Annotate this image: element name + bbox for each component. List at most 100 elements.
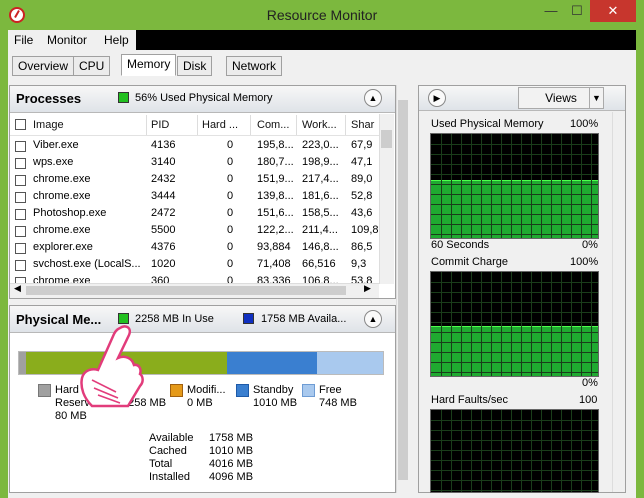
column-commit[interactable]: Com... xyxy=(257,119,289,131)
graph-gridline xyxy=(451,272,452,376)
column-image[interactable]: Image xyxy=(33,119,64,131)
process-image[interactable]: wps.exe xyxy=(33,156,73,168)
graph-gridline xyxy=(541,410,542,492)
graph-gridline xyxy=(431,204,598,205)
graph-gridline xyxy=(491,410,492,492)
graph-gridline xyxy=(431,184,598,185)
graphs-scrollbar[interactable] xyxy=(612,112,625,492)
stat-available-value: 1758 MB xyxy=(209,432,254,444)
process-checkbox[interactable] xyxy=(15,260,26,271)
graph-gridline xyxy=(431,362,598,363)
graph-max-used-physical-memory: 100% xyxy=(570,118,599,130)
process-working-set: 181,6... xyxy=(302,190,339,202)
menu-help[interactable]: Help xyxy=(104,33,129,47)
available-summary: 1758 MB Availa... xyxy=(261,313,347,325)
process-checkbox[interactable] xyxy=(15,175,26,186)
graph-gridline xyxy=(431,154,598,155)
stat-cached-value: 1010 MB xyxy=(209,445,254,457)
process-checkbox[interactable] xyxy=(15,243,26,254)
graph-gridline xyxy=(581,410,582,492)
graph-gridline xyxy=(561,272,562,376)
graph-gridline xyxy=(431,234,598,235)
process-shareable: 9,3 xyxy=(351,258,367,270)
graph-gridline xyxy=(581,272,582,376)
expand-panel-button[interactable]: ▶ xyxy=(428,89,446,107)
process-hard-faults: 0 xyxy=(227,224,234,236)
minimize-button[interactable]: — xyxy=(538,0,564,22)
graph-gridline xyxy=(511,272,512,376)
process-image[interactable]: explorer.exe xyxy=(33,241,93,253)
views-dropdown-arrow[interactable]: ▼ xyxy=(589,87,604,109)
graph-gridline xyxy=(471,410,472,492)
graph-max-hard-faults: 100 xyxy=(579,394,598,406)
process-checkbox[interactable] xyxy=(15,158,26,169)
graph-used-physical-memory xyxy=(430,133,599,239)
tab-network[interactable]: Network xyxy=(226,56,283,76)
graph-gridline xyxy=(441,272,442,376)
graph-gridline xyxy=(541,134,542,238)
graph-gridline xyxy=(431,214,598,215)
tab-cpu[interactable]: CPU xyxy=(73,56,111,76)
graph-gridline xyxy=(431,312,598,313)
processes-hscroll-thumb[interactable] xyxy=(26,286,346,295)
close-button[interactable]: ✕ xyxy=(590,0,636,22)
collapse-physical-memory-button[interactable]: ▲ xyxy=(364,310,382,328)
scroll-left-arrow[interactable]: ◀ xyxy=(14,283,21,294)
graph-gridline xyxy=(461,272,462,376)
collapse-processes-button[interactable]: ▲ xyxy=(364,89,382,107)
process-checkbox[interactable] xyxy=(15,141,26,152)
process-commit: 122,2... xyxy=(257,224,294,236)
stat-total-label: Total xyxy=(149,458,173,470)
column-pid[interactable]: PID xyxy=(151,119,169,131)
column-hard-faults[interactable]: Hard ... xyxy=(202,119,238,131)
process-working-set: 146,8... xyxy=(302,241,339,253)
bar-standby xyxy=(227,352,317,374)
stat-total-value: 4016 MB xyxy=(209,458,254,470)
process-image[interactable]: Photoshop.exe xyxy=(33,207,106,219)
process-commit: 151,9... xyxy=(257,173,294,185)
process-pid: 4136 xyxy=(151,139,176,151)
menu-file[interactable]: File xyxy=(14,33,33,47)
process-checkbox[interactable] xyxy=(15,226,26,237)
column-shareable[interactable]: Shar xyxy=(351,119,374,131)
graph-gridline xyxy=(591,272,592,376)
graph-title-hard-faults: Hard Faults/sec xyxy=(431,394,509,406)
tab-memory[interactable]: Memory xyxy=(121,54,177,76)
main-scroll-thumb[interactable] xyxy=(398,100,408,480)
process-pid: 2472 xyxy=(151,207,176,219)
graph-gridline xyxy=(531,134,532,238)
processes-scroll-thumb[interactable] xyxy=(381,130,392,148)
graph-gridline xyxy=(451,134,452,238)
graph-gridline xyxy=(431,480,598,481)
graph-gridline xyxy=(491,272,492,376)
process-image[interactable]: chrome.exe xyxy=(33,173,90,185)
process-image[interactable]: chrome.exe xyxy=(33,190,90,202)
menu-monitor[interactable]: Monitor xyxy=(47,33,87,47)
process-image[interactable]: chrome.exe xyxy=(33,224,90,236)
tab-disk[interactable]: Disk xyxy=(177,56,213,76)
scroll-right-arrow[interactable]: ▶ xyxy=(364,283,371,294)
process-shareable: 86,5 xyxy=(351,241,373,253)
graph-gridline xyxy=(511,410,512,492)
maximize-button[interactable]: ☐ xyxy=(564,0,590,22)
pointing-hand-icon xyxy=(80,325,144,408)
graph-gridline xyxy=(571,134,572,238)
tab-overview[interactable]: Overview xyxy=(12,56,75,76)
available-indicator xyxy=(243,313,254,324)
graph-gridline xyxy=(511,134,512,238)
graph-gridline xyxy=(491,134,492,238)
select-all-checkbox[interactable] xyxy=(15,119,26,130)
process-checkbox[interactable] xyxy=(15,192,26,203)
graph-gridline xyxy=(431,352,598,353)
graph-gridline xyxy=(441,134,442,238)
graph-gridline xyxy=(471,134,472,238)
graph-gridline xyxy=(431,194,598,195)
graph-gridline xyxy=(431,322,598,323)
stat-available-label: Available xyxy=(149,432,194,444)
column-working-set[interactable]: Work... xyxy=(302,119,337,131)
process-working-set: 217,4... xyxy=(302,173,339,185)
process-image[interactable]: Viber.exe xyxy=(33,139,79,151)
process-image[interactable]: svchost.exe (LocalS... xyxy=(33,258,141,270)
process-checkbox[interactable] xyxy=(15,209,26,220)
graph-min-used-physical-memory: 0% xyxy=(582,239,598,251)
